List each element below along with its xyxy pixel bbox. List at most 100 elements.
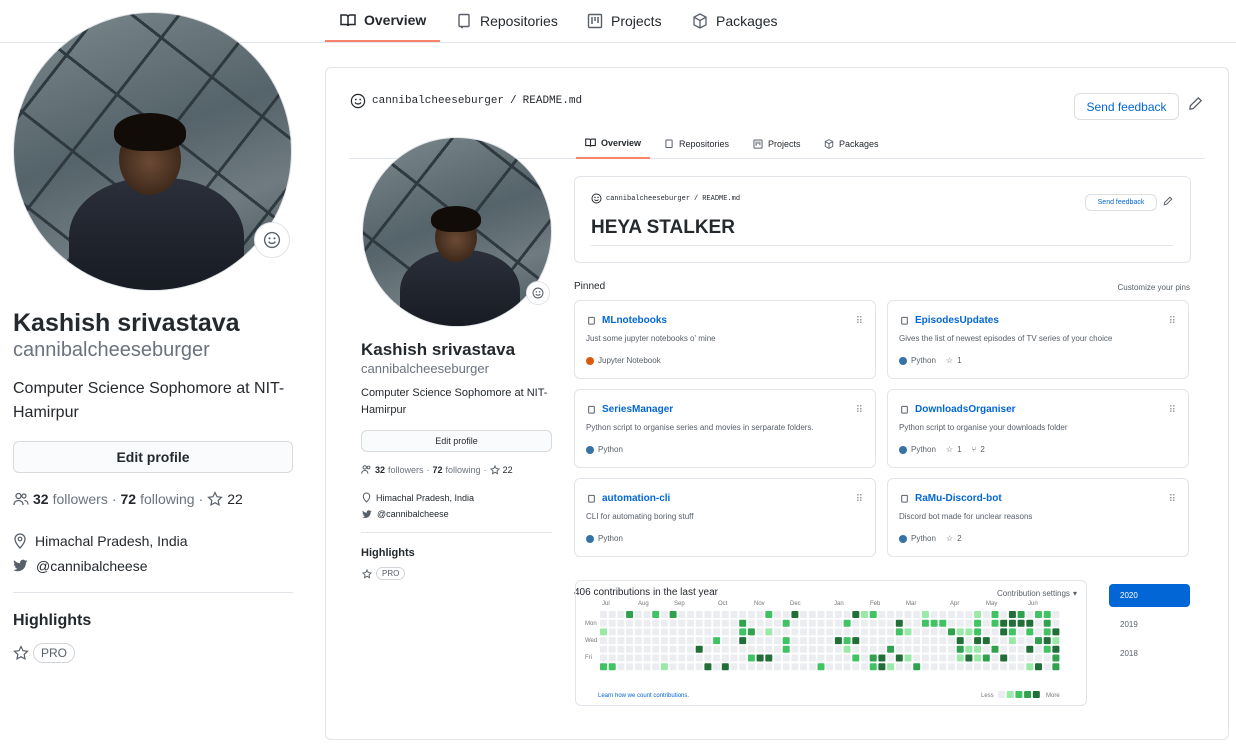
drag-handle-icon[interactable]: ⠿: [1169, 494, 1176, 505]
contribution-day[interactable]: [1043, 619, 1051, 627]
contribution-day[interactable]: [991, 654, 999, 662]
contribution-day[interactable]: [617, 654, 625, 662]
drag-handle-icon[interactable]: ⠿: [1169, 316, 1176, 327]
contribution-day[interactable]: [782, 611, 790, 618]
contribution-day[interactable]: [634, 628, 642, 636]
learn-contributions-link[interactable]: Learn how we count contributions.: [598, 693, 689, 699]
drag-handle-icon[interactable]: ⠿: [856, 494, 863, 505]
contribution-day[interactable]: [695, 611, 703, 618]
contribution-day[interactable]: [817, 637, 825, 645]
contribution-day[interactable]: [1026, 654, 1034, 662]
drag-handle-icon[interactable]: ⠿: [856, 316, 863, 327]
contribution-day[interactable]: [1017, 654, 1025, 662]
contribution-day[interactable]: [843, 637, 851, 645]
contribution-day[interactable]: [1000, 663, 1008, 671]
contribution-day[interactable]: [1052, 645, 1060, 653]
contribution-day[interactable]: [1035, 637, 1042, 645]
contribution-day[interactable]: [695, 637, 703, 645]
contribution-day[interactable]: [974, 637, 982, 645]
contribution-day[interactable]: [600, 654, 607, 662]
contribution-day[interactable]: [756, 611, 764, 618]
contribution-day[interactable]: [948, 611, 955, 618]
contribution-day[interactable]: [617, 611, 625, 618]
contribution-day[interactable]: [991, 619, 999, 627]
contribution-day[interactable]: [834, 645, 842, 653]
repo-name-link[interactable]: MLnotebooks: [602, 315, 667, 326]
contribution-day[interactable]: [774, 637, 781, 645]
contribution-day[interactable]: [1043, 628, 1051, 636]
contribution-day[interactable]: [887, 654, 895, 662]
contribution-day[interactable]: [887, 628, 895, 636]
contribution-day[interactable]: [808, 619, 816, 627]
contribution-day[interactable]: [765, 611, 773, 618]
contribution-day[interactable]: [921, 611, 929, 618]
contribution-day[interactable]: [808, 628, 816, 636]
contribution-day[interactable]: [600, 637, 607, 645]
contribution-day[interactable]: [626, 611, 634, 618]
tab-repositories[interactable]: Repositories: [456, 0, 558, 42]
contribution-day[interactable]: [878, 611, 886, 618]
contribution-day[interactable]: [782, 654, 790, 662]
contribution-day[interactable]: [626, 663, 634, 671]
contribution-day[interactable]: [617, 619, 625, 627]
contribution-day[interactable]: [678, 654, 686, 662]
contribution-day[interactable]: [739, 637, 747, 645]
drag-handle-icon[interactable]: ⠿: [1169, 405, 1176, 416]
contribution-day[interactable]: [1008, 663, 1016, 671]
contribution-day[interactable]: [660, 654, 668, 662]
tab-packages[interactable]: Packages: [692, 0, 777, 42]
contribution-day[interactable]: [652, 637, 660, 645]
contribution-day[interactable]: [704, 645, 712, 653]
contribution-day[interactable]: [652, 654, 660, 662]
contribution-day[interactable]: [800, 645, 808, 653]
contribution-day[interactable]: [669, 637, 677, 645]
star-icon[interactable]: ☆: [946, 445, 953, 454]
contribution-day[interactable]: [939, 619, 947, 627]
contribution-day[interactable]: [878, 637, 886, 645]
contribution-day[interactable]: [634, 611, 642, 618]
avatar[interactable]: [13, 12, 292, 291]
contribution-day[interactable]: [800, 663, 808, 671]
contribution-day[interactable]: [791, 619, 799, 627]
contribution-day[interactable]: [800, 654, 808, 662]
contribution-day[interactable]: [1000, 645, 1008, 653]
contribution-day[interactable]: [800, 619, 808, 627]
contribution-day[interactable]: [1026, 663, 1034, 671]
set-status-button[interactable]: [254, 222, 290, 258]
contribution-day[interactable]: [869, 628, 877, 636]
contribution-day[interactable]: [634, 637, 642, 645]
contribution-day[interactable]: [1052, 611, 1060, 618]
contribution-day[interactable]: [704, 611, 712, 618]
send-feedback-button[interactable]: Send feedback: [1074, 93, 1179, 120]
contribution-day[interactable]: [643, 663, 651, 671]
contribution-day[interactable]: [791, 663, 799, 671]
contribution-day[interactable]: [747, 628, 755, 636]
contribution-day[interactable]: [843, 654, 851, 662]
contribution-day[interactable]: [669, 654, 677, 662]
contribution-day[interactable]: [626, 619, 634, 627]
readme-file[interactable]: README.md: [523, 95, 582, 107]
contribution-day[interactable]: [660, 637, 668, 645]
contribution-day[interactable]: [608, 628, 616, 636]
repo-name-link[interactable]: RaMu-Discord-bot: [915, 493, 1002, 504]
contribution-day[interactable]: [1008, 654, 1016, 662]
twitter-link[interactable]: @cannibalcheese: [362, 509, 449, 519]
contribution-day[interactable]: [834, 637, 842, 645]
contribution-day[interactable]: [660, 663, 668, 671]
contribution-day[interactable]: [1035, 619, 1042, 627]
contribution-day[interactable]: [843, 619, 851, 627]
contribution-day[interactable]: [669, 628, 677, 636]
contribution-day[interactable]: [765, 619, 773, 627]
contribution-day[interactable]: [982, 637, 990, 645]
tab-overview[interactable]: Overview: [576, 128, 651, 159]
followers-label[interactable]: followers: [53, 491, 108, 507]
contribution-day[interactable]: [852, 619, 860, 627]
repo-name-link[interactable]: automation-cli: [602, 493, 670, 504]
pencil-icon[interactable]: [1163, 196, 1173, 206]
followers-count[interactable]: 32: [375, 465, 385, 475]
contribution-day[interactable]: [756, 619, 764, 627]
following-label[interactable]: following: [140, 491, 194, 507]
contribution-day[interactable]: [843, 663, 851, 671]
contribution-day[interactable]: [895, 645, 903, 653]
contribution-day[interactable]: [713, 611, 721, 618]
